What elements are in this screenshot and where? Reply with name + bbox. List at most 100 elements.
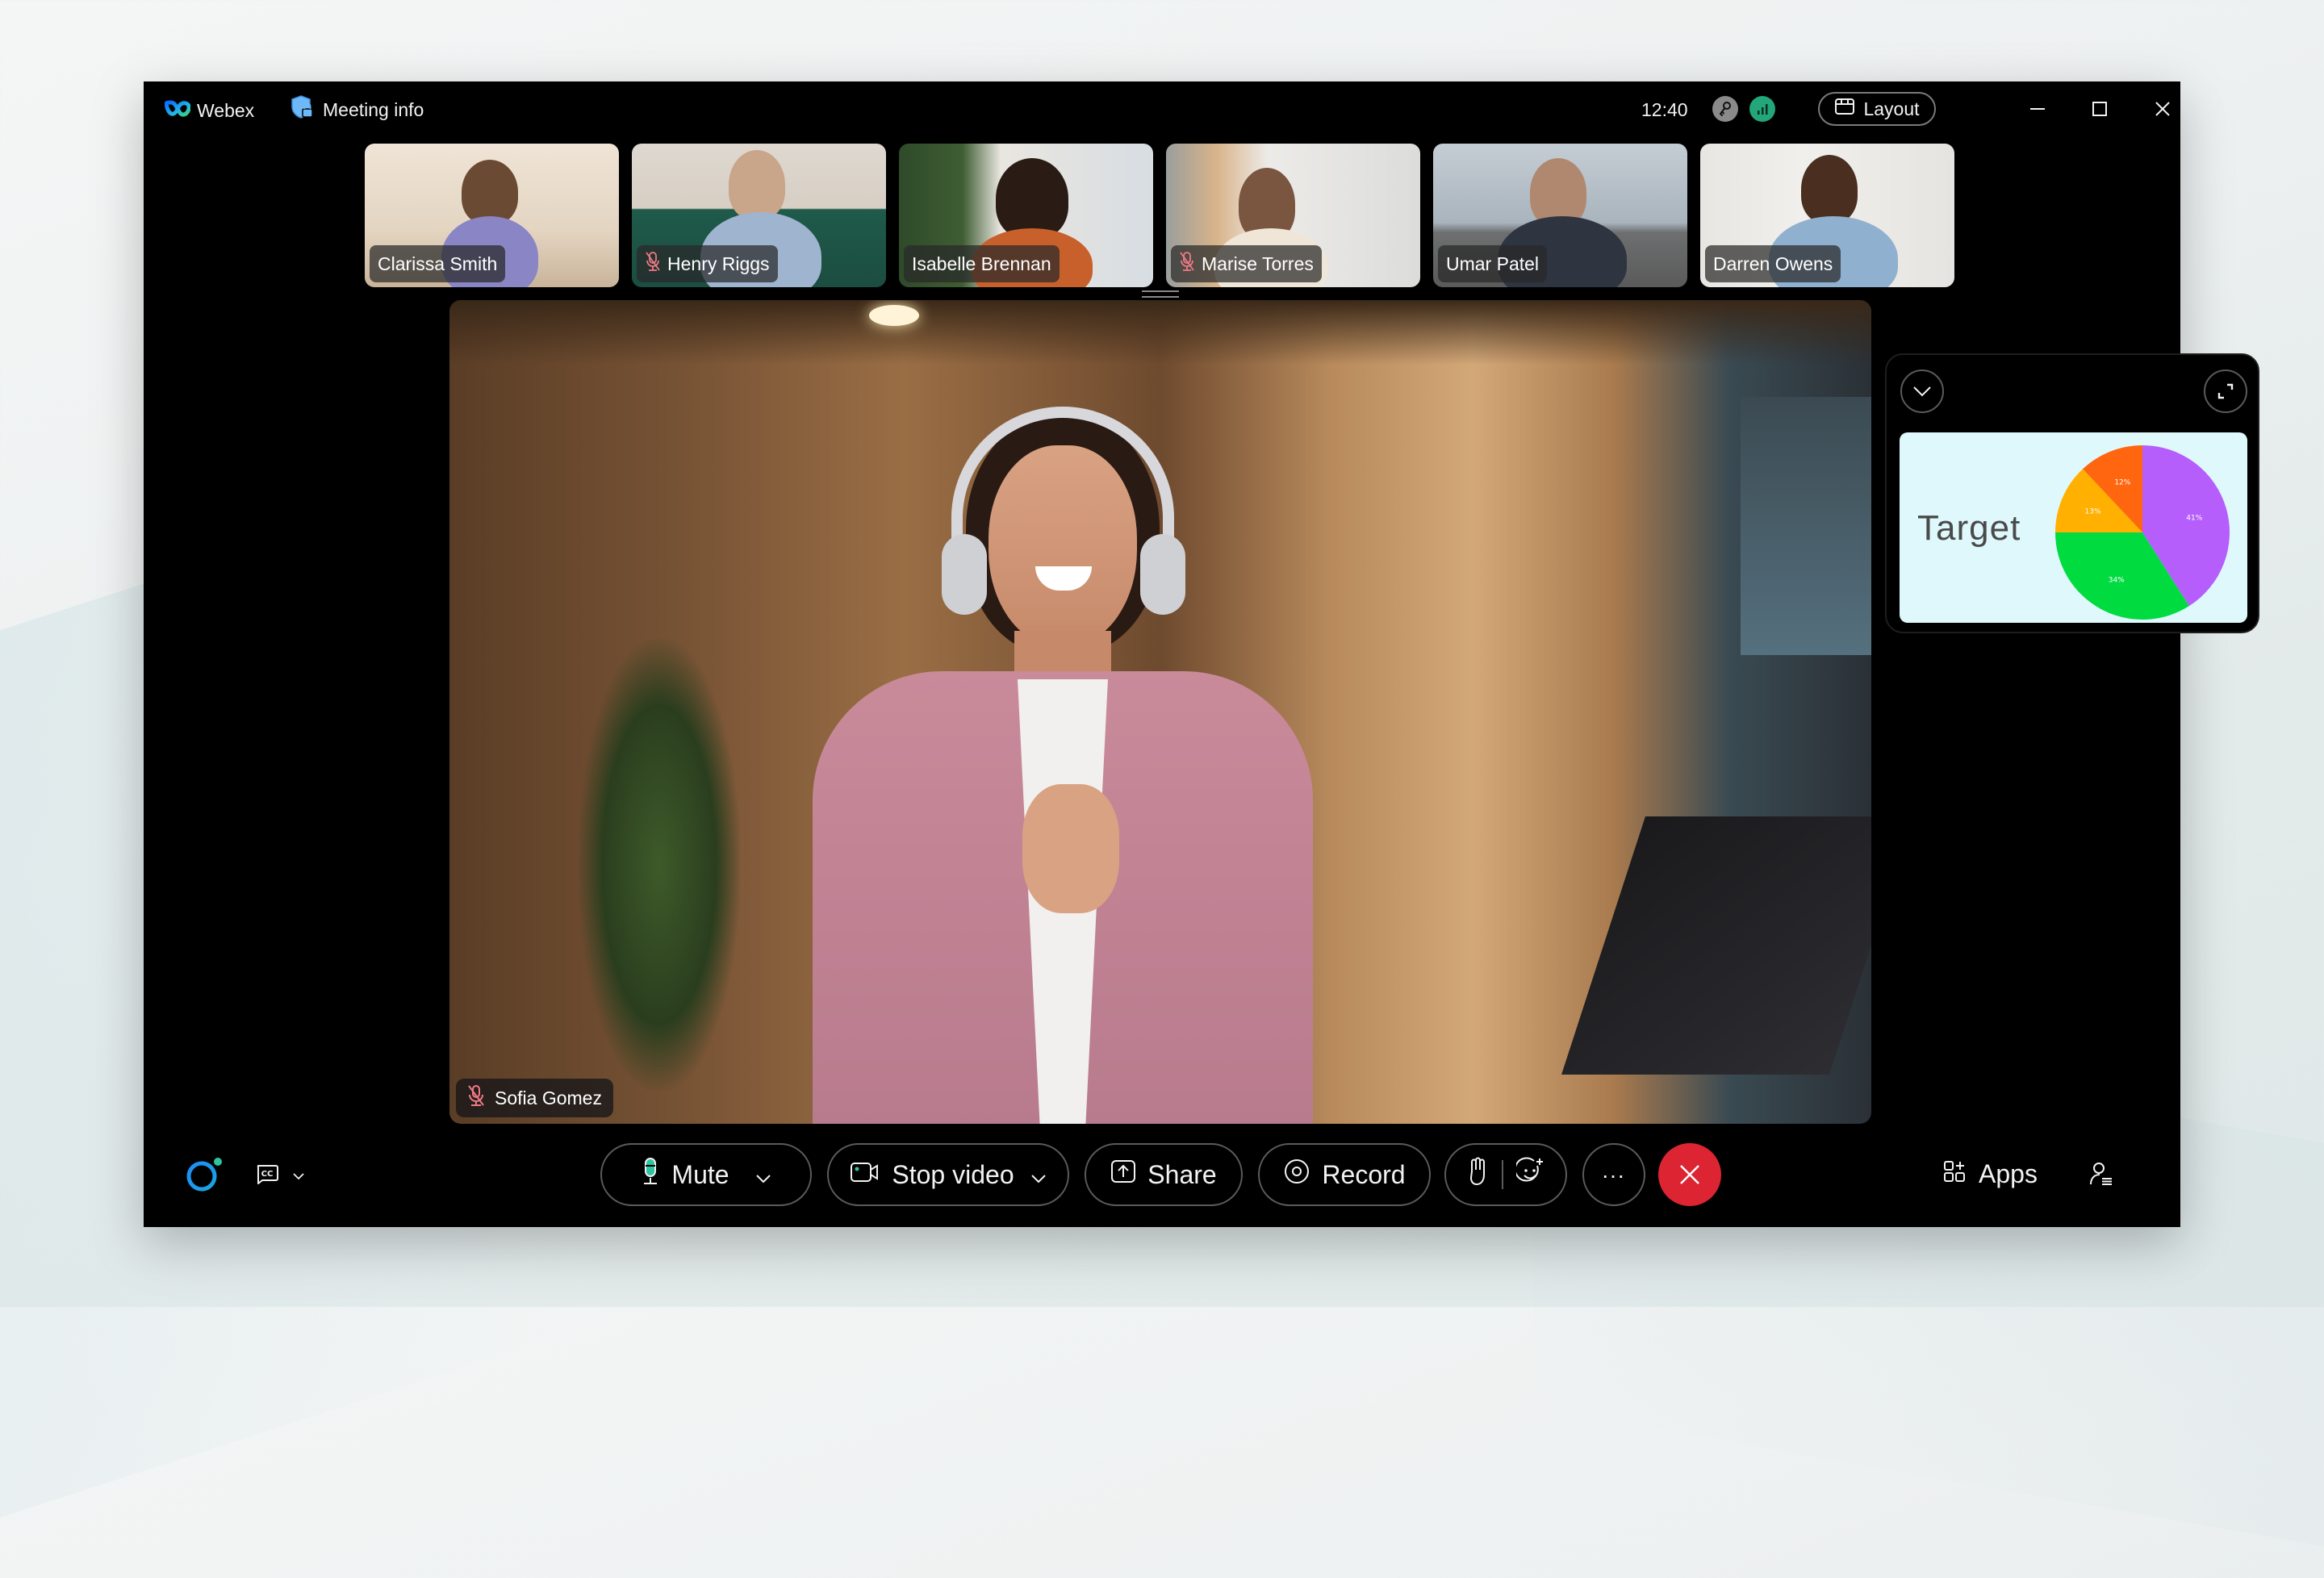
share-label: Share	[1147, 1159, 1217, 1189]
ai-assistant-icon	[186, 1158, 222, 1192]
mute-options-chevron-icon[interactable]	[755, 1160, 771, 1190]
maximize-icon	[2092, 102, 2107, 116]
layout-label: Layout	[1863, 98, 1920, 119]
layout-button[interactable]: Layout	[1818, 92, 1936, 126]
record-button[interactable]: Record	[1258, 1143, 1431, 1206]
shared-content-panel: Target 41% 34% 13% 12%	[1885, 353, 2259, 633]
participant-video	[462, 160, 518, 224]
ai-assistant-button[interactable]	[186, 1154, 226, 1195]
participant-tile[interactable]: Darren Owens	[1700, 144, 1954, 287]
resize-handle[interactable]	[1142, 290, 1179, 298]
expand-panel-button[interactable]	[2204, 369, 2247, 413]
minimize-icon	[2030, 108, 2045, 110]
video-options-chevron-icon[interactable]	[1030, 1160, 1047, 1190]
leave-meeting-button[interactable]	[1658, 1143, 1721, 1206]
active-speaker-name-tag: Sofia Gomez	[456, 1079, 613, 1117]
participant-tile[interactable]: Clarissa Smith	[365, 144, 619, 287]
apps-label: Apps	[1979, 1159, 2038, 1188]
key-icon[interactable]	[1712, 96, 1738, 122]
participant-name: Marise Torres	[1202, 253, 1314, 274]
participant-name: Clarissa Smith	[378, 253, 498, 274]
participant-tile[interactable]: Henry Riggs	[632, 144, 886, 287]
participant-tile[interactable]: Umar Patel	[1433, 144, 1687, 287]
speaker-hands	[1022, 784, 1119, 913]
participant-name-tag: Henry Riggs	[637, 245, 778, 282]
raise-hand-icon[interactable]	[1453, 1157, 1502, 1192]
webex-logo-icon	[164, 99, 191, 123]
share-icon	[1110, 1159, 1136, 1190]
video-screen	[1561, 816, 1871, 1075]
record-label: Record	[1322, 1159, 1406, 1189]
chevron-down-icon	[1913, 386, 1931, 397]
video-plant	[579, 639, 740, 1091]
share-button[interactable]: Share	[1085, 1143, 1243, 1206]
chart-card: Target 41% 34% 13% 12%	[1900, 432, 2247, 623]
participants-list-icon	[2090, 1163, 2112, 1185]
minimize-button[interactable]	[2021, 93, 2054, 125]
active-speaker-video[interactable]: Sofia Gomez	[449, 300, 1871, 1124]
participant-name-tag: Isabelle Brennan	[904, 245, 1060, 282]
expand-icon	[2217, 383, 2234, 399]
participant-name: Darren Owens	[1713, 253, 1833, 274]
closed-captions-button[interactable]: CC	[255, 1164, 305, 1189]
close-button[interactable]	[2146, 93, 2179, 125]
reactions-group	[1444, 1143, 1567, 1206]
pie-slice-label: 34%	[2109, 577, 2125, 585]
meeting-time: 12:40	[1641, 99, 1688, 120]
speaker-headphones	[951, 407, 1174, 568]
participant-video	[1801, 155, 1858, 223]
participant-video	[729, 150, 785, 219]
layout-icon	[1834, 98, 1855, 120]
stop-video-button[interactable]: Stop video	[827, 1143, 1069, 1206]
closed-captions-icon: CC	[255, 1164, 279, 1189]
more-options-icon: ...	[1602, 1158, 1626, 1183]
close-icon	[2155, 102, 2170, 116]
meeting-info-button[interactable]: Meeting info	[290, 94, 424, 124]
participant-tile[interactable]: Isabelle Brennan	[899, 144, 1153, 287]
video-camera-icon	[850, 1160, 880, 1190]
pie-slice-label: 41%	[2186, 514, 2202, 522]
maximize-button[interactable]	[2084, 93, 2116, 125]
app-brand: Webex	[164, 98, 255, 123]
signal-strength-icon[interactable]	[1749, 96, 1775, 122]
speaker-headphones	[1140, 534, 1185, 615]
pie-chart: 41% 34% 13% 12%	[2055, 445, 2230, 620]
participant-name-tag: Clarissa Smith	[370, 245, 506, 282]
shield-lock-icon	[290, 94, 315, 124]
record-icon	[1283, 1158, 1310, 1192]
mic-muted-icon	[645, 251, 661, 277]
apps-button[interactable]: Apps	[1943, 1159, 2038, 1189]
chevron-down-icon	[292, 1170, 305, 1184]
pie-slice-label: 12%	[2114, 479, 2130, 487]
add-reaction-icon[interactable]	[1503, 1157, 1558, 1192]
chart-title: Target	[1917, 508, 2021, 548]
ceiling-light	[869, 305, 919, 326]
mute-button[interactable]: Mute	[600, 1143, 812, 1206]
meeting-info-label: Meeting info	[323, 98, 424, 120]
participant-name: Umar Patel	[1446, 253, 1540, 274]
participant-name-tag: Marise Torres	[1171, 245, 1322, 282]
participant-video	[996, 158, 1068, 239]
participant-name-tag: Umar Patel	[1438, 245, 1548, 282]
stop-video-label: Stop video	[892, 1159, 1014, 1189]
participant-name: Isabelle Brennan	[912, 253, 1051, 274]
mute-label: Mute	[671, 1159, 729, 1189]
collapse-panel-button[interactable]	[1900, 369, 1944, 413]
speaker-headphones	[942, 534, 987, 615]
participants-button[interactable]	[2088, 1161, 2114, 1191]
meeting-window: Webex Meeting info 12:40 Layout Clarissa…	[144, 81, 2259, 1227]
pie-slice-label: 13%	[2085, 507, 2101, 516]
video-ceiling	[449, 300, 1871, 365]
participant-name: Henry Riggs	[667, 253, 770, 274]
app-name: Webex	[197, 100, 255, 121]
mic-muted-icon	[1179, 251, 1195, 277]
svg-text:CC: CC	[261, 1170, 274, 1179]
close-icon	[1680, 1165, 1699, 1184]
participant-tile[interactable]: Marise Torres	[1166, 144, 1420, 287]
video-window	[1741, 397, 1871, 655]
mic-muted-icon	[467, 1084, 485, 1112]
more-options-button[interactable]: ...	[1582, 1143, 1645, 1206]
apps-icon	[1943, 1159, 1966, 1189]
microphone-icon	[641, 1157, 660, 1192]
active-speaker-name: Sofia Gomez	[495, 1087, 602, 1108]
